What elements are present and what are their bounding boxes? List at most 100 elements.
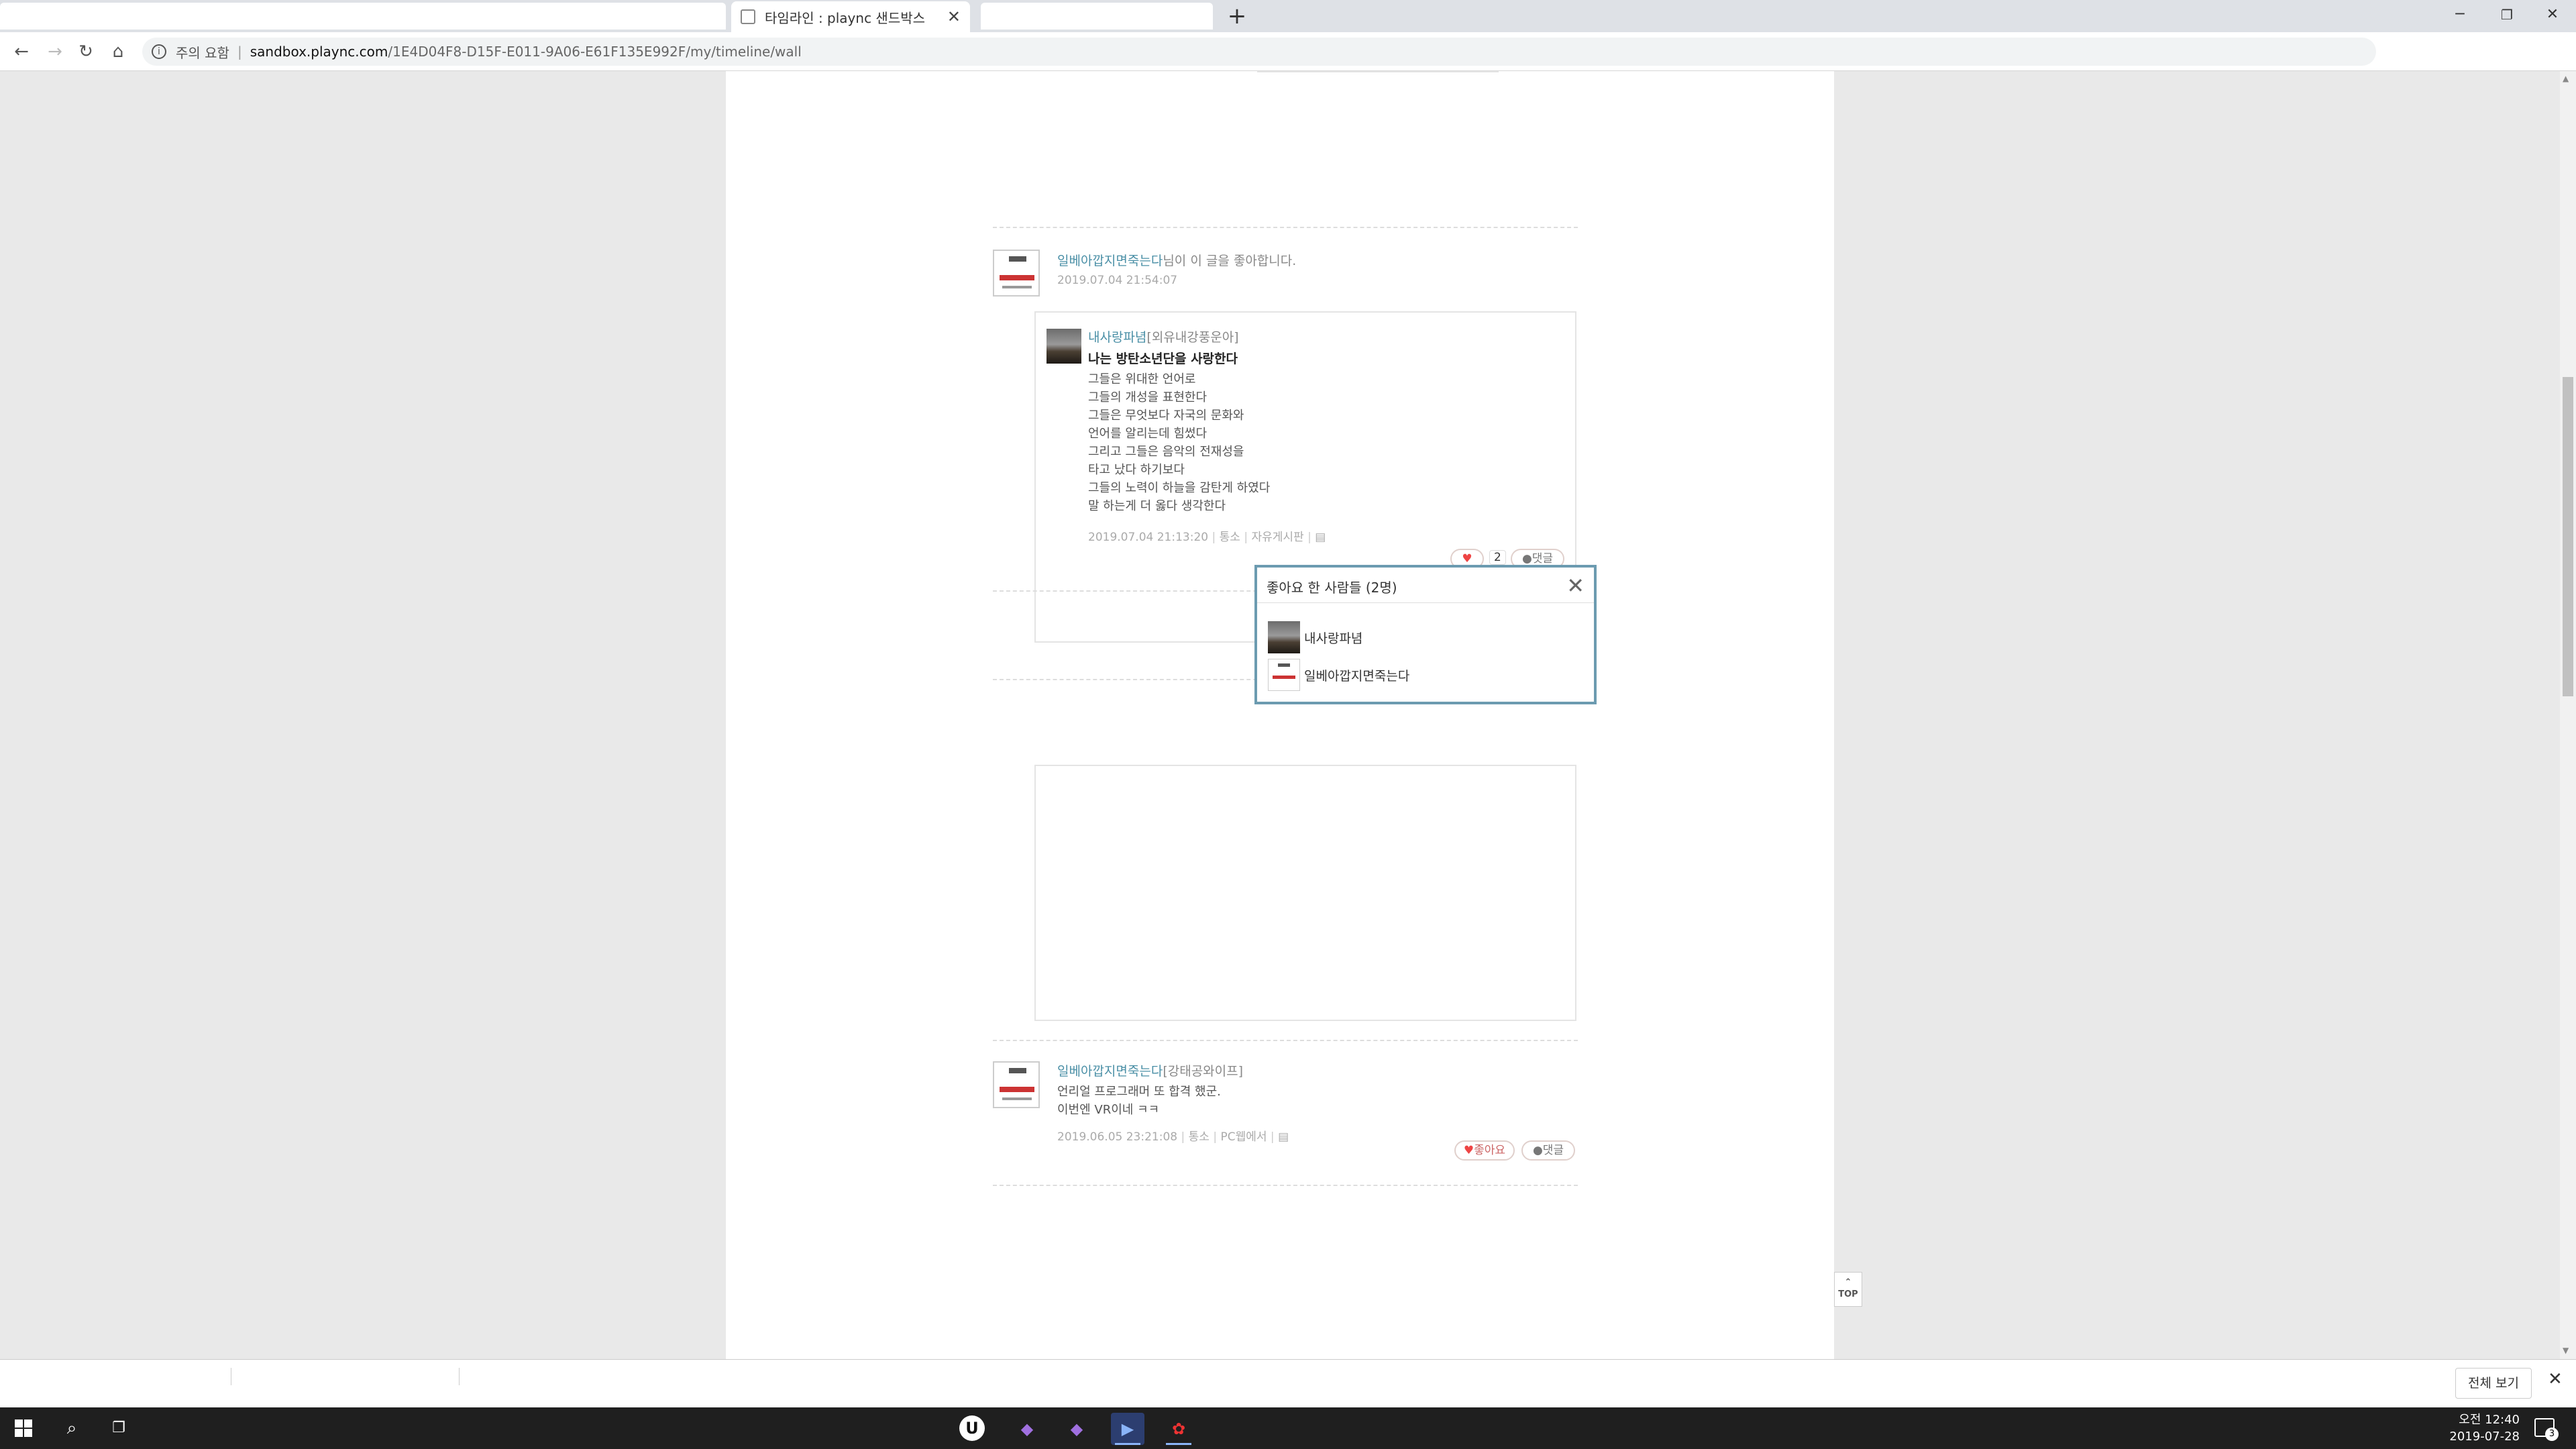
post-action[interactable]: 통소 <box>1189 1130 1210 1144</box>
like-user-row[interactable]: 내사랑파념 <box>1268 621 1362 653</box>
heart-icon: ♥ <box>1463 1144 1474 1157</box>
creative-app-icon[interactable]: ✿ <box>1162 1413 1195 1445</box>
post-line: 그들은 무엇보다 자국의 문화와 <box>1088 409 1244 423</box>
like-activity-text: 일베아깝지면죽는다님이 이 글을 좋아합니다. <box>1057 251 1296 269</box>
restore-icon[interactable]: ❐ <box>2483 0 2530 30</box>
avatar[interactable] <box>993 250 1040 297</box>
avatar[interactable] <box>1268 659 1300 691</box>
download-bar: 전체 보기 ✕ <box>0 1359 2576 1407</box>
share-icon[interactable]: ▤ <box>1315 531 1326 544</box>
clock-time: 오전 12:40 <box>2459 1413 2520 1427</box>
browser-tab-active[interactable]: 타임라인 : plaync 샌드박스 ✕ <box>731 1 970 32</box>
like-timestamp: 2019.07.04 21:54:07 <box>1057 274 1178 287</box>
timeline-page: 일베아깝지면죽는다님이 이 글을 좋아합니다. 2019.07.04 21:54… <box>726 71 1862 1359</box>
notification-count: 3 <box>2545 1428 2559 1441</box>
browser-tab-inactive[interactable] <box>0 3 726 30</box>
notification-icon[interactable]: 3 <box>2534 1418 2559 1441</box>
info-icon[interactable]: i <box>152 44 166 59</box>
post-line: 말 하는게 더 옳다 생각한다 <box>1088 499 1226 513</box>
post-author-tag: [강태공와이프] <box>1163 1064 1244 1079</box>
close-icon[interactable]: ✕ <box>1566 573 1585 598</box>
share-icon[interactable]: ▤ <box>1278 1130 1289 1144</box>
minimize-icon[interactable]: ─ <box>2436 0 2483 30</box>
like-user-name[interactable]: 일베아깝지면죽는다 <box>1304 666 1409 684</box>
post-author-name[interactable]: 내사랑파념 <box>1088 330 1146 345</box>
post-line: 그들의 개성을 표현한다 <box>1088 390 1208 405</box>
terminal-app-icon[interactable]: ▶ <box>1111 1413 1144 1445</box>
avatar[interactable] <box>1046 329 1081 364</box>
speech-bubble-icon: ● <box>1521 552 1532 566</box>
security-warning: 주의 요함 <box>176 44 229 61</box>
post-title: 나는 방탄소년단을 사랑한다 <box>1088 352 1238 366</box>
post-line: 이번엔 VR이네 ㅋㅋ <box>1057 1103 1160 1117</box>
browser-tab-bar: 타임라인 : plaync 샌드박스 ✕ + ─ ❐ ✕ <box>0 0 2576 32</box>
post-line: 그들은 위대한 언어로 <box>1088 372 1196 386</box>
scroll-up-icon[interactable]: ▲ <box>2563 74 2569 83</box>
scroll-to-top-button[interactable]: ⌃ TOP <box>1834 1272 1862 1307</box>
popup-divider <box>1257 602 1594 603</box>
new-tab-button[interactable]: + <box>1224 3 1250 30</box>
forward-arrow-icon[interactable]: → <box>42 38 68 65</box>
chevron-up-icon: ⌃ <box>1844 1277 1852 1287</box>
comment-label: 댓글 <box>1542 1144 1564 1157</box>
post-line: 그들의 노력이 하늘을 감탄게 하였다 <box>1088 481 1271 495</box>
post-meta: 2019.06.05 23:21:08 | 통소 | PC웹에서 | ▤ <box>1057 1130 1289 1144</box>
post-body: 언리얼 프로그래머 또 합격 했군. 이번엔 VR이네 ㅋㅋ <box>1057 1083 1221 1119</box>
reload-icon[interactable]: ↻ <box>72 38 99 65</box>
page-favicon-icon <box>741 9 755 24</box>
post-author-name[interactable]: 일베아깝지면죽는다 <box>1057 1064 1163 1079</box>
like-user-name[interactable]: 내사랑파념 <box>1304 629 1362 647</box>
page-scrollbar[interactable]: ▲ ▼ <box>2560 71 2576 1359</box>
likes-popup: 좋아요 한 사람들 (2명) ✕ 내사랑파념 일베아깝지면죽는다 <box>1254 565 1597 704</box>
like-user-row[interactable]: 일베아깝지면죽는다 <box>1268 659 1409 691</box>
visual-studio-icon[interactable]: ◆ <box>1060 1413 1093 1445</box>
visual-studio-icon[interactable]: ◆ <box>1010 1413 1044 1445</box>
tab-title: 타임라인 : plaync 샌드박스 <box>765 9 926 26</box>
post-action[interactable]: 통소 <box>1220 531 1240 544</box>
top-label: TOP <box>1838 1289 1858 1299</box>
feed-divider <box>993 1185 1578 1186</box>
post-body: 그들은 위대한 언어로 그들의 개성을 표현한다 그들은 무엇보다 자국의 문화… <box>1088 370 1270 515</box>
url-separator: | <box>237 44 242 60</box>
feed-divider <box>993 1040 1578 1041</box>
post-author-tag: [외유내강풍운아] <box>1146 330 1239 345</box>
popup-title: 좋아요 한 사람들 (2명) <box>1267 580 1397 596</box>
post-line: 그리고 그들은 음악의 전재성을 <box>1088 445 1244 459</box>
post-date: 2019.06.05 23:21:08 <box>1057 1130 1178 1144</box>
task-view-icon[interactable]: ❐ <box>105 1414 133 1442</box>
url-input[interactable]: i 주의 요함 | sandbox.plaync.com /1E4D04F8-D… <box>142 38 2376 66</box>
post-date: 2019.07.04 21:13:20 <box>1088 531 1209 544</box>
url-path: /1E4D04F8-D15F-E011-9A06-E61F135E992F/my… <box>388 44 802 60</box>
home-icon[interactable]: ⌂ <box>105 38 131 65</box>
avatar[interactable] <box>1268 621 1300 653</box>
browser-address-bar: ← → ↻ ⌂ i 주의 요함 | sandbox.plaync.com /1E… <box>0 32 2576 71</box>
liker-name[interactable]: 일베아깝지면죽는다 <box>1057 254 1163 268</box>
download-separator <box>459 1368 460 1385</box>
post-author: 내사랑파념[외유내강풍운아] <box>1088 327 1239 345</box>
unreal-engine-icon[interactable]: U <box>959 1415 985 1441</box>
previous-item-edge <box>1257 71 1499 72</box>
search-icon[interactable]: ⌕ <box>58 1414 86 1442</box>
avatar[interactable] <box>993 1061 1040 1108</box>
empty-post-card <box>1034 765 1576 1021</box>
like-count[interactable]: 2 <box>1489 550 1506 565</box>
like-button[interactable]: ♥좋아요 <box>1454 1140 1515 1161</box>
close-icon[interactable]: ✕ <box>2548 1369 2563 1389</box>
browser-tab-inactive[interactable] <box>981 3 1213 30</box>
scroll-down-icon[interactable]: ▼ <box>2563 1346 2569 1355</box>
url-host: sandbox.plaync.com <box>250 44 388 60</box>
scroll-thumb[interactable] <box>2563 377 2573 696</box>
post-board[interactable]: 자유게시판 <box>1251 531 1303 544</box>
show-all-button[interactable]: 전체 보기 <box>2455 1368 2532 1399</box>
windows-taskbar: ⌕ ❐ U ◆ ◆ ▶ ✿ 오전 12:40 2019-07-28 3 <box>0 1407 2576 1449</box>
post-line: 타고 났다 하기보다 <box>1088 463 1185 477</box>
tab-close-icon[interactable]: ✕ <box>947 7 961 26</box>
speech-bubble-icon: ● <box>1532 1144 1543 1157</box>
window-close-icon[interactable]: ✕ <box>2529 0 2576 30</box>
feed-divider <box>993 227 1578 228</box>
back-arrow-icon[interactable]: ← <box>8 38 35 65</box>
comment-button[interactable]: ●댓글 <box>1521 1140 1575 1161</box>
windows-start-icon[interactable] <box>15 1419 32 1437</box>
system-clock[interactable]: 오전 12:40 2019-07-28 <box>2426 1411 2520 1445</box>
like-text: 님이 이 글을 좋아합니다. <box>1163 254 1297 268</box>
